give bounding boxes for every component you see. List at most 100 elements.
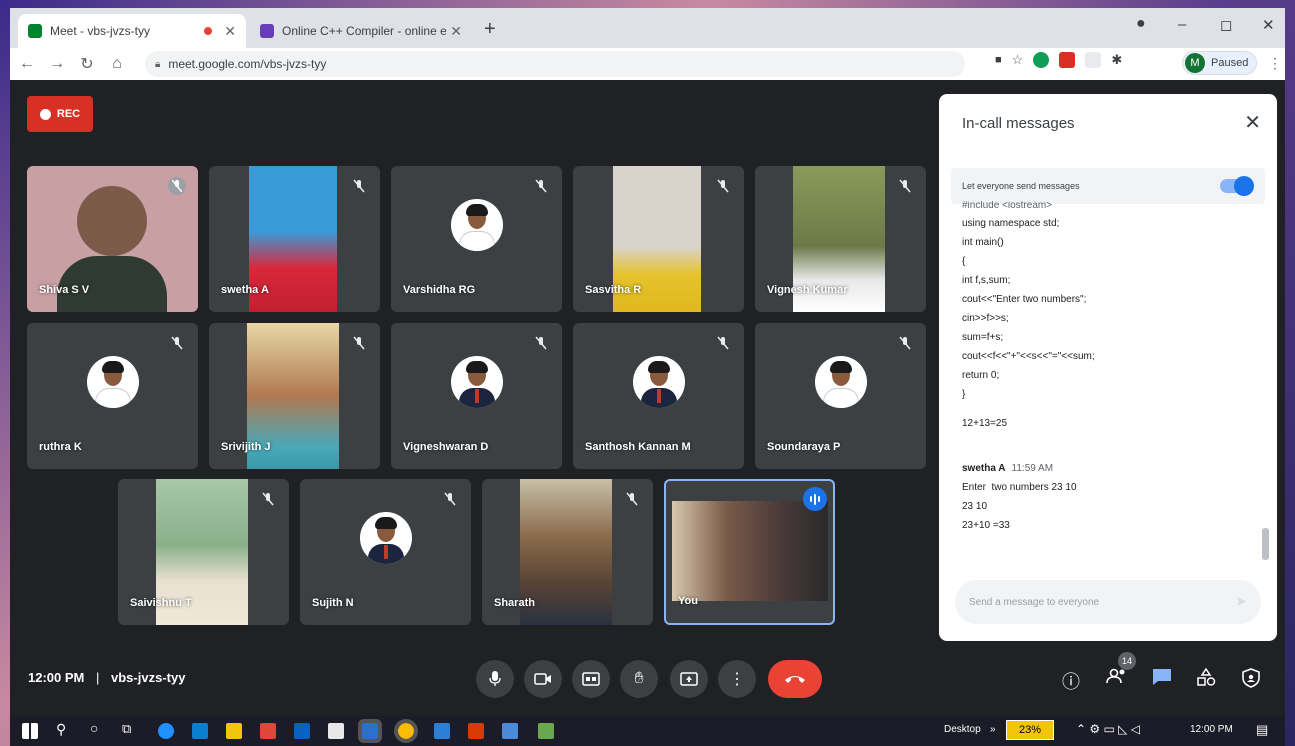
- extension-icon[interactable]: [1059, 52, 1076, 68]
- more-options-button[interactable]: ⋮: [718, 660, 756, 698]
- star-icon[interactable]: ☆: [1012, 52, 1024, 68]
- participant-tile[interactable]: Varshidha RG: [391, 166, 562, 312]
- profile-button[interactable]: M Paused: [1182, 51, 1258, 75]
- chat-input[interactable]: Send a message to everyone ➤: [955, 580, 1261, 624]
- taskbar-clock[interactable]: 12:00 PM: [1190, 724, 1233, 735]
- store-icon[interactable]: [328, 723, 344, 739]
- self-tile[interactable]: You: [664, 479, 835, 625]
- mail-icon[interactable]: [294, 723, 310, 739]
- mic-off-icon: [441, 490, 459, 508]
- cortana-icon[interactable]: ○: [90, 720, 98, 736]
- participant-name: ruthra K: [39, 441, 82, 453]
- send-icon[interactable]: ➤: [1235, 593, 1247, 610]
- file-explorer-icon[interactable]: [226, 723, 242, 739]
- avatar: [632, 356, 685, 408]
- message-line: cout<<f<<"+"<<s<<"="<<sum;: [962, 351, 1095, 362]
- participant-name: Saivishnu T: [130, 597, 192, 609]
- tray-icons[interactable]: ⌃ ⚙ ▭ ◺ ◁: [1076, 722, 1140, 736]
- notifications-icon[interactable]: ▤: [1256, 722, 1268, 738]
- participant-tile[interactable]: swetha A: [209, 166, 380, 312]
- battery-meter[interactable]: 23%: [1006, 720, 1054, 740]
- participant-tile[interactable]: Soundaraya P: [755, 323, 926, 469]
- camera-button[interactable]: [524, 660, 562, 698]
- app-icon[interactable]: [538, 723, 554, 739]
- new-tab-button[interactable]: +: [484, 18, 496, 41]
- message-line: sum=f+s;: [962, 332, 1004, 343]
- media-control-icon[interactable]: ●: [1136, 15, 1146, 33]
- reload-icon[interactable]: ↻: [74, 54, 100, 74]
- participant-tile[interactable]: Santhosh Kannan M: [573, 323, 744, 469]
- tab-strip: Meet - vbs-jvzs-tyy ✕ Online C++ Compile…: [10, 8, 1285, 48]
- participant-tile[interactable]: Shiva S V: [27, 166, 198, 312]
- video-feed: [77, 186, 147, 256]
- app-icon[interactable]: [434, 723, 450, 739]
- participant-tile[interactable]: Sasvitha R: [573, 166, 744, 312]
- message-line: cin>>f>>s;: [962, 313, 1009, 324]
- close-window-button[interactable]: ✕: [1262, 16, 1275, 34]
- app-icon[interactable]: [192, 723, 208, 739]
- close-tab-icon[interactable]: ✕: [450, 23, 462, 40]
- mic-button[interactable]: [476, 660, 514, 698]
- tab-meet[interactable]: Meet - vbs-jvzs-tyy ✕: [18, 14, 246, 48]
- home-icon[interactable]: ⌂: [104, 55, 130, 73]
- puzzle-icon[interactable]: ✱: [1111, 52, 1122, 68]
- participant-tile[interactable]: Saivishnu T: [118, 479, 289, 625]
- chat-panel: In-call messages ✕ Let everyone send mes…: [939, 94, 1277, 641]
- participant-tile[interactable]: ruthra K: [27, 323, 198, 469]
- participant-tile[interactable]: Sujith N: [300, 479, 471, 625]
- desktop-toolbar-label[interactable]: Desktop: [944, 724, 981, 735]
- people-icon[interactable]: [1106, 668, 1128, 689]
- extension-icon[interactable]: [1033, 52, 1050, 68]
- avatar: M: [1185, 53, 1205, 73]
- chat-icon[interactable]: [1152, 668, 1172, 691]
- mic-off-icon: [623, 490, 641, 508]
- chevron-icon[interactable]: »: [990, 724, 996, 735]
- participant-tile[interactable]: Vigneshwaran D: [391, 323, 562, 469]
- participant-tile[interactable]: Vignesh Kumar: [755, 166, 926, 312]
- message-time: 11:59 AM: [1011, 463, 1054, 474]
- app-icon[interactable]: [502, 723, 518, 739]
- tab-compiler[interactable]: Online C++ Compiler - online e... ✕: [250, 14, 472, 48]
- app-icon[interactable]: [260, 723, 276, 739]
- minimize-button[interactable]: –: [1178, 16, 1186, 33]
- meeting-details-icon[interactable]: ⓘ: [1062, 668, 1080, 694]
- participant-tile[interactable]: Srivijith J: [209, 323, 380, 469]
- compiler-icon: [260, 24, 274, 38]
- recording-badge: REC: [27, 96, 93, 132]
- message-line: #include <iostream>: [962, 201, 1053, 211]
- windows-start-icon[interactable]: [22, 723, 38, 739]
- maximize-button[interactable]: ◻: [1220, 16, 1232, 34]
- meeting-info: 12:00 PM | vbs-jvzs-tyy: [28, 670, 186, 685]
- search-icon[interactable]: ⚲: [56, 721, 66, 738]
- chrome-icon[interactable]: [394, 719, 418, 743]
- forward-icon[interactable]: →: [44, 55, 70, 73]
- participant-name: You: [678, 595, 698, 607]
- close-icon[interactable]: ✕: [1244, 110, 1261, 135]
- recording-dot-icon: [204, 27, 213, 35]
- host-controls-icon[interactable]: [1242, 668, 1260, 693]
- task-view-icon[interactable]: ⧉: [122, 721, 131, 737]
- raise-hand-button[interactable]: ✋︎: [620, 660, 658, 698]
- present-button[interactable]: [670, 660, 708, 698]
- office-icon[interactable]: [468, 723, 484, 739]
- extension-icon[interactable]: [1085, 52, 1102, 68]
- back-icon[interactable]: ←: [14, 55, 40, 73]
- avatar: [450, 199, 503, 251]
- app-icon[interactable]: [358, 719, 382, 743]
- captions-button[interactable]: [572, 660, 610, 698]
- camera-icon[interactable]: ■: [995, 54, 1002, 66]
- end-call-button[interactable]: [768, 660, 822, 698]
- avatar: [359, 512, 412, 564]
- close-tab-icon[interactable]: ✕: [224, 23, 236, 40]
- chat-scrollbar[interactable]: [1262, 528, 1269, 560]
- participant-tile[interactable]: Sharath: [482, 479, 653, 625]
- address-bar[interactable]: 🔒︎ meet.google.com/vbs-jvzs-tyy: [145, 51, 965, 77]
- browser-menu-icon[interactable]: ⋮: [1268, 55, 1282, 72]
- message-line: using namespace std;: [962, 218, 1060, 229]
- message-line: int f,s,sum;: [962, 275, 1011, 286]
- activities-icon[interactable]: [1196, 667, 1216, 691]
- participant-name: Srivijith J: [221, 441, 271, 453]
- edge-icon[interactable]: [158, 723, 174, 739]
- send-messages-toggle[interactable]: [1220, 176, 1254, 196]
- participant-name: Santhosh Kannan M: [585, 441, 691, 453]
